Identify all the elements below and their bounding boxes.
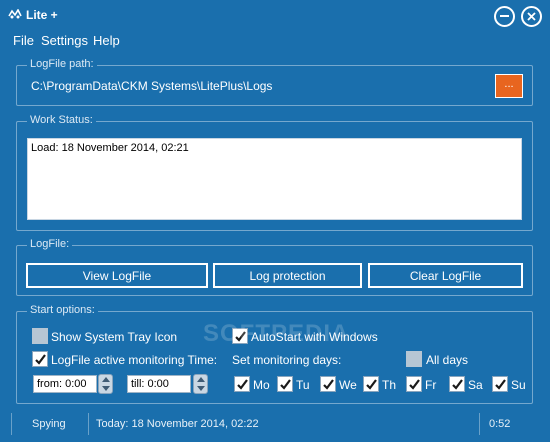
all-days-checkbox[interactable] <box>406 351 422 367</box>
spin-up-icon <box>196 377 205 382</box>
spin-down-icon <box>101 386 110 391</box>
menu-help[interactable]: Help <box>93 33 120 48</box>
day-sa-checkbox[interactable] <box>449 376 465 392</box>
day-tu-label: Tu <box>296 378 310 392</box>
from-time-field[interactable]: from: 0:00 <box>33 375 97 393</box>
minimize-icon <box>500 15 509 17</box>
spin-up-icon <box>101 377 110 382</box>
logfile-path-group-title: LogFile path: <box>27 58 97 70</box>
spin-down-icon <box>196 386 205 391</box>
title-bar[interactable] <box>0 0 550 30</box>
log-protection-button[interactable]: Log protection <box>213 263 362 288</box>
till-time-field[interactable]: till: 0:00 <box>127 375 191 393</box>
check-icon <box>451 378 463 390</box>
window-title: Lite + <box>26 8 58 22</box>
all-days-label: All days <box>426 353 469 367</box>
clear-logfile-button[interactable]: Clear LogFile <box>368 263 523 288</box>
work-status-group-title: Work Status: <box>27 114 96 126</box>
app-logo-icon <box>8 9 22 19</box>
from-time-spinner[interactable] <box>98 374 113 394</box>
day-th-label: Th <box>382 378 397 392</box>
day-fr-label: Fr <box>425 378 437 392</box>
check-icon <box>365 378 377 390</box>
status-mode: Spying <box>11 413 87 435</box>
check-icon <box>322 378 334 390</box>
logfile-path-value: C:\ProgramData\CKM Systems\LitePlus\Logs <box>31 79 273 93</box>
till-time-spinner[interactable] <box>193 374 208 394</box>
check-icon <box>34 353 46 365</box>
minimize-button[interactable] <box>494 6 515 27</box>
day-th-checkbox[interactable] <box>363 376 379 392</box>
view-logfile-button[interactable]: View LogFile <box>26 263 208 288</box>
day-su-label: Su <box>511 378 526 392</box>
close-button[interactable] <box>521 6 542 27</box>
active-monitoring-label: LogFile active monitoring Time: <box>51 353 218 367</box>
check-icon <box>236 378 248 390</box>
day-mo-checkbox[interactable] <box>234 376 250 392</box>
check-icon <box>279 378 291 390</box>
show-tray-checkbox[interactable] <box>32 328 48 344</box>
work-status-textbox[interactable]: Load: 18 November 2014, 02:21 <box>27 138 522 220</box>
active-monitoring-checkbox[interactable] <box>32 351 48 367</box>
day-we-label: We <box>339 378 357 392</box>
menu-settings[interactable]: Settings <box>41 33 88 48</box>
work-status-text: Load: 18 November 2014, 02:21 <box>31 142 189 154</box>
monitoring-days-label: Set monitoring days: <box>232 353 342 367</box>
day-sa-label: Sa <box>468 378 483 392</box>
status-timer: 0:52 <box>479 413 539 435</box>
close-icon <box>527 12 536 21</box>
status-today: Today: 18 November 2014, 02:22 <box>88 413 478 435</box>
day-we-checkbox[interactable] <box>320 376 336 392</box>
day-su-checkbox[interactable] <box>492 376 508 392</box>
day-tu-checkbox[interactable] <box>277 376 293 392</box>
logfile-group-title: LogFile: <box>27 238 73 250</box>
check-icon <box>494 378 506 390</box>
start-options-group-title: Start options: <box>27 304 98 316</box>
day-mo-label: Mo <box>253 378 270 392</box>
check-icon <box>408 378 420 390</box>
watermark: SOFTPEDIA <box>203 320 350 347</box>
day-fr-checkbox[interactable] <box>406 376 422 392</box>
menu-file[interactable]: File <box>13 33 34 48</box>
show-tray-label: Show System Tray Icon <box>51 330 178 344</box>
browse-path-button[interactable]: ... <box>495 74 523 98</box>
